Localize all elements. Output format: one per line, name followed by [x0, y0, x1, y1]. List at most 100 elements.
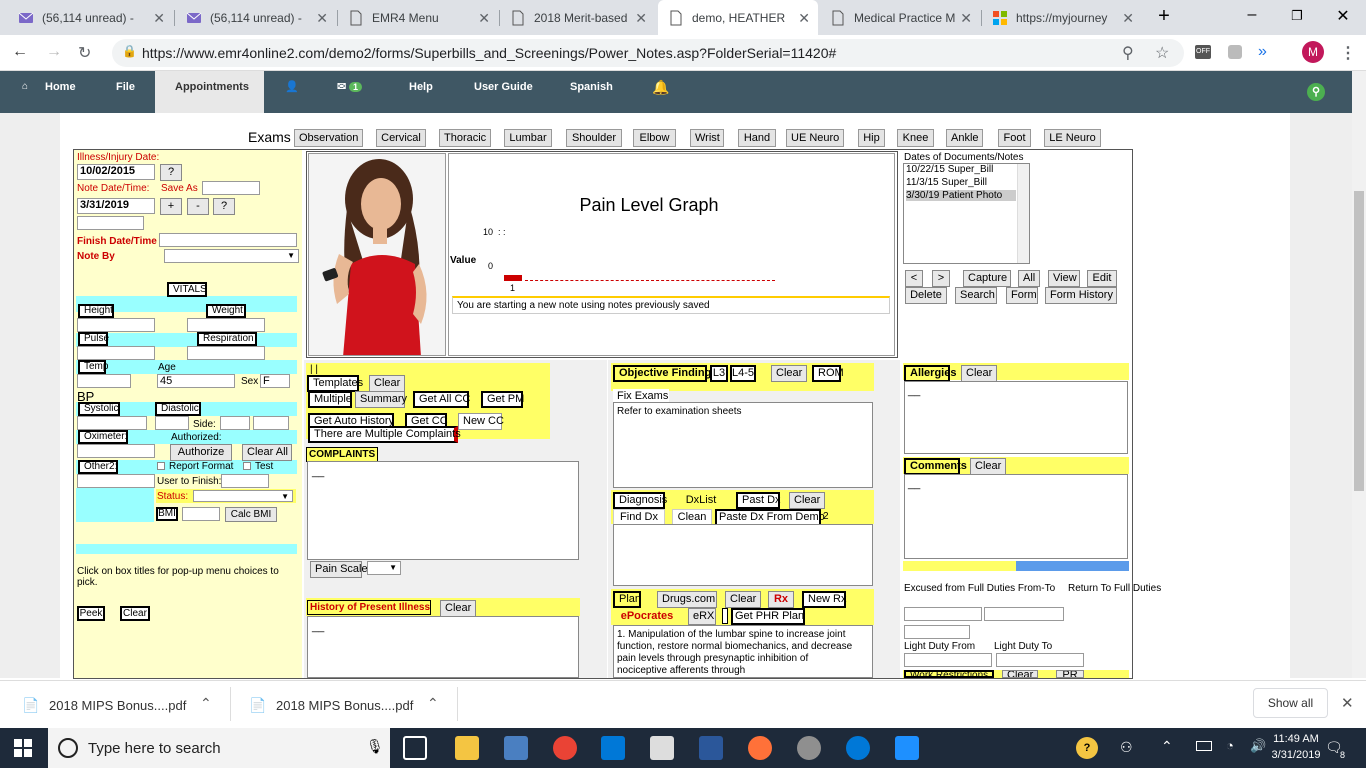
exam-button-elbow[interactable]: Elbow	[633, 129, 676, 147]
temp-input[interactable]	[77, 374, 131, 388]
snip-icon[interactable]	[895, 736, 919, 760]
plan-textarea[interactable]: 1. Manipulation of the lumbar spine to i…	[613, 625, 873, 678]
status-select[interactable]: ▼	[193, 490, 293, 502]
file-explorer-icon[interactable]	[455, 736, 479, 760]
phr-toggle[interactable]	[722, 608, 728, 624]
extension-icon[interactable]	[1228, 45, 1242, 59]
excused-from-input[interactable]	[904, 607, 982, 621]
exam-button-knee[interactable]: Knee	[897, 129, 934, 147]
work-restrictions-clear-button[interactable]: Clear	[1002, 670, 1038, 678]
comments-textarea[interactable]: __	[904, 474, 1128, 559]
weight-input[interactable]	[187, 318, 265, 332]
browser-tab-active[interactable]: demo, HEATHER ✕	[658, 0, 818, 35]
firefox-icon[interactable]	[748, 736, 772, 760]
capture-button[interactable]: Capture	[963, 270, 1011, 287]
exam-button-ue-neuro[interactable]: UE Neuro	[786, 129, 844, 147]
note-by-select[interactable]: ▼	[164, 249, 299, 263]
templates-button[interactable]: Templates	[307, 375, 363, 392]
url-bar[interactable]: 🔒 https://www.emr4online2.com/demo2/form…	[112, 39, 1184, 67]
microphone-icon[interactable]: 🎙	[366, 738, 384, 755]
age-input[interactable]: 45	[157, 374, 235, 388]
complaints-textarea[interactable]: __	[307, 461, 579, 560]
exam-button-hand[interactable]: Hand	[738, 129, 776, 147]
chrome-icon[interactable]	[553, 736, 577, 760]
height-input[interactable]	[77, 318, 155, 332]
nav-user-guide[interactable]: User Guide	[474, 71, 533, 113]
edge-icon[interactable]	[846, 736, 870, 760]
close-window-icon[interactable]: ✕	[1333, 6, 1353, 26]
pulse-button[interactable]: Pulse	[78, 332, 109, 346]
oximeter-input[interactable]	[77, 444, 155, 458]
get-all-cc-button[interactable]: Get All CC	[413, 391, 470, 408]
search-circle-icon[interactable]: ⚲	[1307, 83, 1325, 101]
light-duty-from-input[interactable]	[904, 653, 992, 667]
pain-scale-select[interactable]: ▼	[367, 561, 401, 575]
app-icon[interactable]	[504, 736, 528, 760]
extension-audio-icon[interactable]: »	[1258, 43, 1267, 61]
browser-tab[interactable]: Medical Practice M ✕	[820, 0, 980, 35]
people-icon[interactable]: ⚇	[1120, 739, 1133, 756]
bookmark-star-icon[interactable]: ☆	[1155, 43, 1169, 63]
exam-button-le-neuro[interactable]: LE Neuro	[1044, 129, 1101, 147]
plus-button[interactable]: +	[160, 198, 182, 215]
other2-input[interactable]	[77, 474, 155, 488]
form-button[interactable]: Form	[1006, 287, 1038, 304]
templates-clear-button[interactable]: Clear	[369, 375, 405, 392]
multiple-complaints-button[interactable]: There are Multiple Complaints	[308, 426, 461, 443]
paint-icon[interactable]	[797, 736, 821, 760]
close-icon[interactable]: ✕	[478, 10, 490, 27]
pr-button[interactable]: PR	[1056, 670, 1084, 678]
new-tab-icon[interactable]: +	[1154, 5, 1174, 28]
extension-off-icon[interactable]: OFF	[1195, 45, 1211, 59]
sex-input[interactable]: F	[260, 374, 290, 388]
hpi-textarea[interactable]: __	[307, 616, 579, 678]
exam-button-hip[interactable]: Hip	[858, 129, 885, 147]
browser-tab[interactable]: (56,114 unread) - ✕	[8, 0, 173, 35]
chevron-up-icon[interactable]: ⌃	[200, 695, 212, 712]
temp-button[interactable]: Temp	[78, 360, 108, 374]
illness-date-input[interactable]: 10/02/2015	[77, 164, 155, 180]
bmi-input[interactable]	[182, 507, 220, 521]
restore-icon[interactable]: ❐	[1287, 8, 1307, 24]
nav-appointments[interactable]: Appointments	[155, 71, 264, 113]
pulse-input[interactable]	[77, 346, 155, 360]
minus-button[interactable]: -	[187, 198, 209, 215]
back-icon[interactable]: ←	[12, 43, 28, 61]
complaints-label-button[interactable]: COMPLAINTS	[306, 447, 378, 462]
close-icon[interactable]: ✕	[1122, 10, 1134, 27]
get-pm-button[interactable]: Get PM	[481, 391, 524, 408]
minimize-icon[interactable]: –	[1242, 6, 1262, 24]
authorize-button[interactable]: Authorize	[170, 444, 232, 461]
close-downloads-icon[interactable]: ✕	[1341, 694, 1354, 712]
past-dx-button[interactable]: Past Dx	[736, 492, 781, 509]
exam-button-wrist[interactable]: Wrist	[690, 129, 724, 147]
light-duty-to-input[interactable]	[996, 653, 1084, 667]
note-date-input[interactable]: 3/31/2019	[77, 198, 155, 214]
user-to-finish-input[interactable]	[221, 474, 269, 488]
dxlist-button[interactable]: DxList	[680, 492, 722, 509]
comments-button[interactable]: Comments	[904, 458, 967, 475]
allergies-button[interactable]: Allergies	[904, 365, 956, 382]
l4-5-button[interactable]: L4-5	[730, 365, 756, 382]
calculator-icon[interactable]	[650, 736, 674, 760]
systolic-button[interactable]: Systolic	[78, 402, 120, 416]
list-item-selected[interactable]: 3/30/19 Patient Photo	[906, 190, 1016, 201]
bell-icon[interactable]: 🔔	[652, 71, 669, 113]
diastolic-button[interactable]: Diastolic	[155, 402, 201, 416]
patient-photo[interactable]	[308, 153, 446, 356]
clear-all-button[interactable]: Clear All	[242, 444, 292, 461]
new-rx-button[interactable]: New Rx	[802, 591, 847, 608]
vitals-button[interactable]: VITALS	[167, 282, 207, 297]
download-item[interactable]: 2018 MIPS Bonus....pdf	[276, 698, 413, 713]
rom-button[interactable]: ROM	[812, 365, 844, 382]
calc-bmi-button[interactable]: Calc BMI	[225, 507, 277, 522]
next-doc-button[interactable]: >	[932, 270, 950, 287]
test-checkbox[interactable]	[243, 462, 251, 470]
nav-help[interactable]: Help	[409, 71, 433, 113]
peek-button[interactable]: Peek	[77, 606, 105, 621]
exam-button-cervical[interactable]: Cervical	[376, 129, 426, 147]
help-tray-icon[interactable]: ?	[1076, 737, 1098, 759]
taskbar-time[interactable]: 11:49 AM	[1270, 733, 1322, 745]
close-icon[interactable]: ✕	[316, 10, 328, 27]
return-full-input[interactable]	[904, 625, 970, 639]
